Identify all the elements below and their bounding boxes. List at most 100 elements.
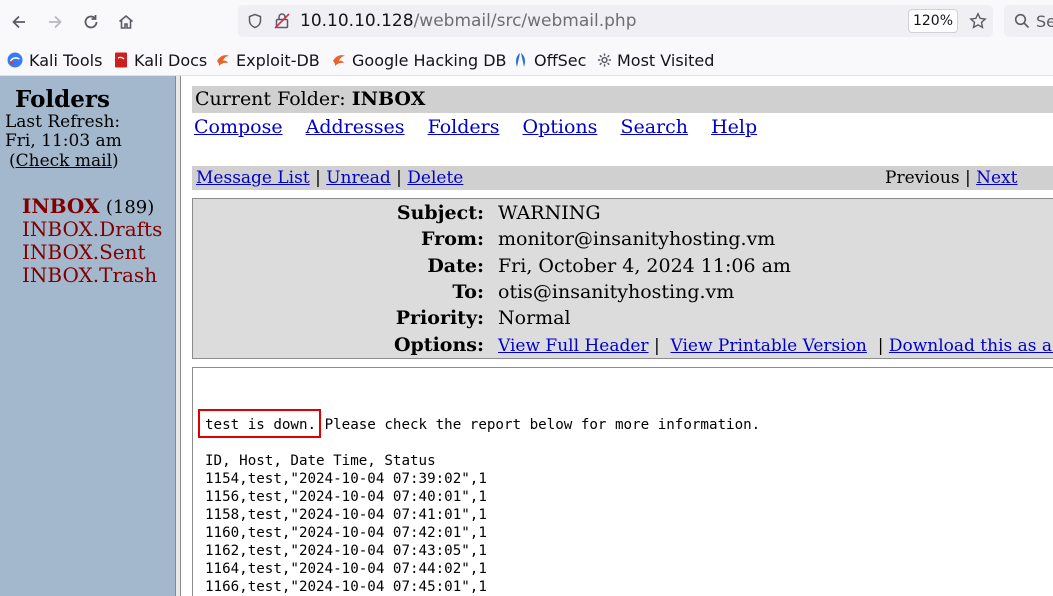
last-refresh-time: Fri, 11:03 am xyxy=(5,131,122,151)
report-row: 1158,test,"2024-10-04 07:41:01",1 xyxy=(205,507,487,523)
back-button[interactable] xyxy=(4,7,34,37)
date-row: Date: Fri, October 4, 2024 11:06 am xyxy=(193,255,1053,281)
from-value: monitor@insanityhosting.vm xyxy=(498,228,776,250)
date-label: Date: xyxy=(427,255,484,277)
folder-pane: Folders Last Refresh: Fri, 11:03 am (Che… xyxy=(0,76,175,596)
priority-value: Normal xyxy=(498,307,571,329)
options-links: View Full Header | View Printable Versio… xyxy=(498,334,1053,356)
home-button[interactable] xyxy=(111,7,141,37)
subject-value: WARNING xyxy=(498,202,601,224)
prev-next: Previous | Next xyxy=(885,166,1017,190)
bookmark-star-icon[interactable] xyxy=(969,12,987,30)
folder-name[interactable]: INBOX xyxy=(22,194,100,218)
delete-link[interactable]: Delete xyxy=(407,168,463,188)
options-separator: | xyxy=(648,336,671,356)
menu-options[interactable]: Options xyxy=(523,116,598,138)
url-host: 10.10.10.128 xyxy=(300,11,414,31)
reload-button[interactable] xyxy=(76,7,106,37)
search-icon xyxy=(1014,13,1030,29)
priority-row: Priority: Normal xyxy=(193,307,1053,333)
from-row: From: monitor@insanityhosting.vm xyxy=(193,228,1053,254)
bookmark-label: Most Visited xyxy=(617,50,715,70)
bookmark-label: Google Hacking DB xyxy=(352,50,507,70)
menu-search[interactable]: Search xyxy=(620,116,688,138)
offsec-icon xyxy=(516,53,525,67)
last-refresh-label: Last Refresh: xyxy=(5,112,121,132)
report-row: 1160,test,"2024-10-04 07:42:01",1 xyxy=(205,525,487,541)
url-bar[interactable]: 10.10.10.128/webmail/src/webmail.php 120… xyxy=(238,5,993,37)
report-header: ID, Host, Date Time, Status xyxy=(205,453,436,469)
message-nav-bar: Message List | Unread | Delete Previous … xyxy=(192,166,1053,190)
bookmark-label: Exploit-DB xyxy=(236,50,320,70)
to-row: To: otis@insanityhosting.vm xyxy=(193,281,1053,307)
bookmark-most-visited[interactable]: Most Visited xyxy=(597,50,714,70)
subject-label: Subject: xyxy=(396,202,484,224)
unread-link[interactable]: Unread xyxy=(326,168,390,188)
message-body: test is down. Please check the report be… xyxy=(192,367,1053,596)
current-folder-name: INBOX xyxy=(351,88,426,110)
bookmark-exploit-db[interactable]: Exploit-DB xyxy=(216,50,320,70)
bookmark-label: OffSec xyxy=(534,50,587,70)
menu-compose[interactable]: Compose xyxy=(194,116,283,138)
body-line-1: Please check the report below for more i… xyxy=(316,417,761,433)
options-label: Options: xyxy=(393,334,484,356)
report-row: 1166,test,"2024-10-04 07:45:01",1 xyxy=(205,579,487,595)
bookmark-label: Kali Tools xyxy=(29,50,103,70)
bookmarks-toolbar: Kali Tools Kali Docs Exploit-DB Google H… xyxy=(0,43,1053,76)
insecure-lock-icon[interactable] xyxy=(274,12,290,30)
report-row: 1164,test,"2024-10-04 07:44:02",1 xyxy=(205,561,487,577)
url-text[interactable]: 10.10.10.128/webmail/src/webmail.php xyxy=(300,11,636,31)
priority-label: Priority: xyxy=(395,307,484,329)
check-mail-link[interactable]: Check mail xyxy=(16,151,112,171)
menu-help[interactable]: Help xyxy=(711,116,757,138)
forward-button[interactable] xyxy=(40,7,70,37)
back-arrow-icon xyxy=(12,15,25,29)
shield-icon xyxy=(248,13,262,29)
report-row: 1162,test,"2024-10-04 07:43:05",1 xyxy=(205,543,487,559)
date-value: Fri, October 4, 2024 11:06 am xyxy=(498,255,791,277)
bookmark-label: Kali Docs xyxy=(134,50,208,70)
folder-trash[interactable]: INBOX.Trash xyxy=(22,263,157,287)
bookmark-offsec[interactable]: OffSec xyxy=(513,50,586,70)
folder-inbox[interactable]: INBOX (189) xyxy=(22,194,154,218)
bookmark-kali-docs[interactable]: Kali Docs xyxy=(114,50,207,70)
previous-label: Previous xyxy=(885,168,960,188)
view-full-header-link[interactable]: View Full Header xyxy=(498,336,649,356)
last-refresh: Last Refresh: Fri, 11:03 am xyxy=(5,113,122,151)
highlighted-text: test is down. xyxy=(205,417,317,433)
search-placeholder: Se xyxy=(1036,12,1053,31)
kali-icon xyxy=(7,52,23,68)
frame-divider[interactable] xyxy=(175,76,181,596)
menu-addresses[interactable]: Addresses xyxy=(306,116,405,138)
folder-sent[interactable]: INBOX.Sent xyxy=(22,240,146,264)
message-list-link[interactable]: Message List xyxy=(196,168,310,188)
nav-separator: | xyxy=(315,168,327,188)
options-separator: | xyxy=(866,336,889,356)
zoom-level-button[interactable]: 120% xyxy=(908,9,958,33)
subject-row: Subject: WARNING xyxy=(193,202,1053,228)
bookmark-google-hacking-db[interactable]: Google Hacking DB xyxy=(332,50,507,70)
gear-icon xyxy=(597,53,612,67)
options-row: Options: View Full Header | View Printab… xyxy=(193,334,1053,360)
message-body-text: test is down. Please check the report be… xyxy=(205,416,760,596)
view-printable-link[interactable]: View Printable Version xyxy=(671,336,867,356)
forward-arrow-icon xyxy=(49,15,62,29)
browser-toolbar: 10.10.10.128/webmail/src/webmail.php 120… xyxy=(0,0,1053,43)
report-row: 1154,test,"2024-10-04 07:39:02",1 xyxy=(205,471,487,487)
report-row: 1156,test,"2024-10-04 07:40:01",1 xyxy=(205,489,487,505)
check-mail: (Check mail) xyxy=(9,151,119,171)
current-folder-bar: Current Folder: INBOX xyxy=(192,86,1053,113)
url-path: /webmail/src/webmail.php xyxy=(413,11,637,31)
current-folder-label: Current Folder: xyxy=(195,88,346,110)
main-menu: Compose Addresses Folders Options Search… xyxy=(194,116,774,138)
home-icon xyxy=(118,14,134,29)
next-link[interactable]: Next xyxy=(976,168,1017,188)
folder-drafts[interactable]: INBOX.Drafts xyxy=(22,217,162,241)
to-value: otis@insanityhosting.vm xyxy=(498,281,735,303)
nav-separator: | xyxy=(964,168,977,188)
search-box[interactable]: Se xyxy=(1004,5,1053,37)
bookmark-kali-tools[interactable]: Kali Tools xyxy=(7,50,102,70)
menu-folders[interactable]: Folders xyxy=(428,116,500,138)
download-file-link[interactable]: Download this as a file xyxy=(889,336,1053,356)
from-label: From: xyxy=(421,228,484,250)
